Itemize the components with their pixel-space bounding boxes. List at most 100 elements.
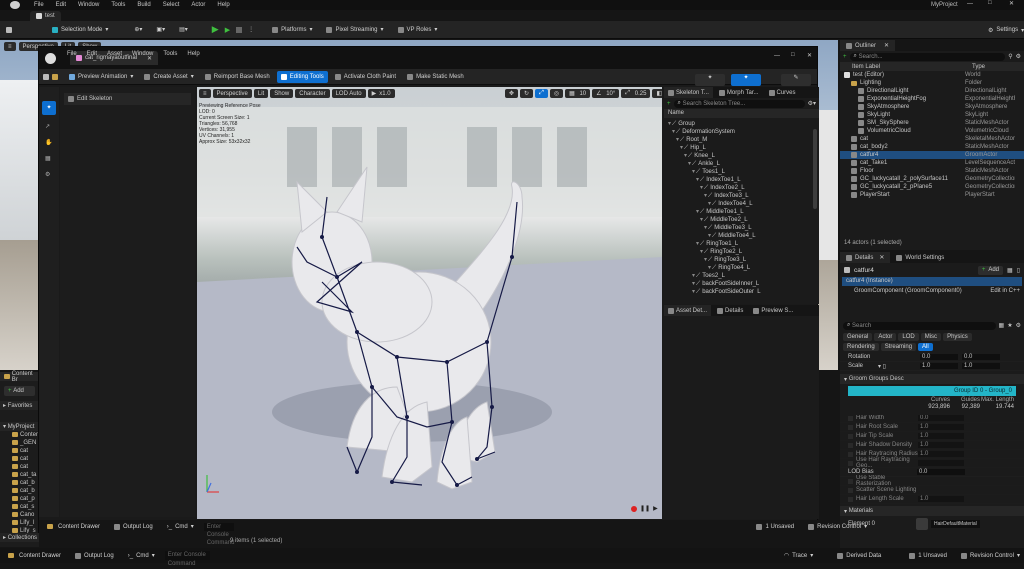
main-menu-item[interactable]: Window <box>78 2 99 8</box>
expand-arrow-icon[interactable]: ▾ <box>708 200 711 208</box>
editing-tools-button[interactable]: Editing Tools <box>276 70 328 83</box>
pixel-streaming-button[interactable]: Pixel Streaming ▾ <box>322 24 387 36</box>
editor-menu-item[interactable]: Asset <box>107 51 122 57</box>
groom-prop-value[interactable]: 0.0 <box>918 415 964 421</box>
main-menu-item[interactable]: Help <box>217 2 229 8</box>
platforms-button[interactable]: Platforms ▾ <box>268 24 316 36</box>
materials-header[interactable]: ▾ Materials <box>840 506 1024 516</box>
grid-snap-button[interactable]: ▦ 10 <box>565 89 591 98</box>
asset-detail-tab[interactable]: Details <box>713 305 747 316</box>
details-tab[interactable]: Details ✕ <box>840 252 891 263</box>
details-filter-streaming[interactable]: Streaming <box>880 343 917 351</box>
bone-row[interactable]: ▾ ⟋ Group <box>664 120 819 128</box>
skeleton-tab[interactable]: Morph Tar... <box>715 87 763 98</box>
selection-mode-button[interactable]: Selection Mode ▾ <box>48 24 112 36</box>
edit-cpp-link[interactable]: Edit in C++ <box>990 288 1024 294</box>
editor-menu-item[interactable]: Help <box>187 51 199 57</box>
details-filter-misc[interactable]: Misc <box>920 333 942 341</box>
outliner-row[interactable]: GC_luckycatall_2_polySurface11 GeometryCo… <box>840 175 1024 183</box>
outliner-row[interactable]: SkyAtmosphere SkyAtmosphere <box>840 103 1024 111</box>
editor-output-log-button[interactable]: Output Log <box>110 521 157 533</box>
content-folder-item[interactable]: cat_b <box>12 479 39 487</box>
minimize-icon[interactable]: — <box>967 1 973 7</box>
bone-row[interactable]: ▾ ⟋ Hip_L <box>664 144 819 152</box>
details-filter-general[interactable]: General <box>843 333 873 341</box>
bone-row[interactable]: ▾ ⟋ RingToe4_L <box>664 264 819 272</box>
close-icon[interactable]: ✕ <box>879 254 884 261</box>
editor-console-input[interactable]: Enter Console Command <box>203 522 234 546</box>
expand-arrow-icon[interactable]: ▾ <box>696 240 699 248</box>
outliner-row[interactable]: catfur4 GroomActor <box>840 151 1024 159</box>
bone-row[interactable]: ▾ ⟋ MiddleToe1_L <box>664 208 819 216</box>
outliner-row[interactable]: test (Editor) World <box>840 71 1024 79</box>
bone-row[interactable]: ▾ ⟋ IndexToe4_L <box>664 200 819 208</box>
rotation-y-field[interactable]: 0.0 <box>962 354 1000 360</box>
vp-roles-button[interactable]: VP Roles ▾ <box>394 24 442 36</box>
bone-row[interactable]: ▾ ⟋ backFootSideInner_L <box>664 280 819 288</box>
level-tab[interactable]: test <box>30 11 61 21</box>
expand-arrow-icon[interactable]: ▾ <box>696 208 699 216</box>
translate-icon[interactable]: ✥ <box>505 89 519 98</box>
revision-control-button[interactable]: Revision Control ▾ <box>957 550 1024 562</box>
content-folder-item[interactable]: Content <box>12 431 39 439</box>
checkbox[interactable] <box>848 478 853 484</box>
editor-content-drawer-button[interactable]: Content Drawer <box>43 521 104 533</box>
outliner-tab[interactable]: Outliner ✕ <box>840 40 896 51</box>
lod-bias-field[interactable]: 0.0 <box>917 469 965 475</box>
output-log-button[interactable]: Output Log <box>71 550 118 562</box>
world-settings-tab[interactable]: World Settings <box>890 252 950 263</box>
viewport-speed-button[interactable]: ▶ x1.0 <box>367 89 395 98</box>
content-folder-item[interactable]: cat_b <box>12 487 39 495</box>
details-filter-rendering[interactable]: Rendering <box>843 343 879 351</box>
editor-viewport[interactable]: ≡ Perspective Lit Show Character LOD Aut… <box>197 87 662 519</box>
bone-row[interactable]: ▾ ⟋ Ankle_L <box>664 160 819 168</box>
outliner-row[interactable]: SM_SkySphere StaticMeshActor <box>840 119 1024 127</box>
maximize-icon[interactable]: □ <box>988 0 992 6</box>
asset-detail-tab[interactable]: Preview S... <box>749 305 797 316</box>
record-icon[interactable] <box>631 505 637 512</box>
outliner-row[interactable]: GC_luckycatall_2_pPlane5 GeometryCollecti… <box>840 183 1024 191</box>
checkbox[interactable] <box>848 415 853 421</box>
rotation-snap-button[interactable]: ∠ 10° <box>592 89 620 98</box>
bone-row[interactable]: ▾ ⟋ RingToe3_L <box>664 256 819 264</box>
bone-row[interactable]: ▾ ⟋ MiddleToe2_L <box>664 216 819 224</box>
material-thumbnail[interactable] <box>916 518 928 530</box>
bone-row[interactable]: ▾ ⟋ IndexToe2_L <box>664 184 819 192</box>
content-folder-item[interactable]: Lify_l <box>12 519 39 527</box>
content-drawer-button[interactable]: Content Drawer <box>4 550 65 562</box>
extra-prop-value[interactable]: 1.0 <box>918 496 964 502</box>
transform-tool-icon[interactable]: ↗ <box>45 123 50 130</box>
details-filter-all[interactable]: All <box>918 343 933 351</box>
create-asset-button[interactable]: Create Asset ▾ <box>140 71 197 83</box>
mesh-tool-icon[interactable]: ▦ <box>45 155 51 162</box>
content-folder-item[interactable]: cat <box>12 455 39 463</box>
details-search-input[interactable]: ⌕ Search <box>843 321 996 330</box>
bone-row[interactable]: ▾ ⟋ Toes2_L <box>664 272 819 280</box>
star-icon[interactable]: ★ <box>1007 322 1012 329</box>
viewport-lod-button[interactable]: LOD Auto <box>331 89 366 98</box>
editor-menu-item[interactable]: Window <box>132 51 153 57</box>
expand-arrow-icon[interactable]: ▾ <box>676 136 679 144</box>
outliner-row[interactable]: Floor StaticMeshActor <box>840 167 1024 175</box>
pause-icon[interactable]: ❚❚ <box>640 505 650 512</box>
groom-prop-value[interactable]: 1.0 <box>918 424 964 430</box>
expand-arrow-icon[interactable]: ▾ <box>688 160 691 168</box>
settings-tool-icon[interactable]: ⚙ <box>45 171 50 178</box>
expand-arrow-icon[interactable]: ▾ <box>692 272 695 280</box>
expand-arrow-icon[interactable]: ▾ <box>708 264 711 272</box>
editor-maximize-icon[interactable]: □ <box>791 52 795 58</box>
edit-skeleton-header[interactable]: Edit Skeleton <box>64 93 191 105</box>
add-actor-icon[interactable]: ⊕▾ <box>130 24 146 36</box>
outliner-row[interactable]: cat_body2 StaticMeshActor <box>840 143 1024 151</box>
outliner-add-icon[interactable]: + <box>843 54 847 60</box>
grid-icon[interactable]: ▦ <box>1007 267 1013 274</box>
outliner-settings-icon[interactable]: ⚙ <box>1016 53 1021 60</box>
scale-lock-icon[interactable]: ▾ ▯ <box>878 363 898 370</box>
checkbox[interactable] <box>848 451 853 457</box>
expand-arrow-icon[interactable]: ▾ <box>668 120 671 128</box>
static-mesh-button[interactable]: Make Static Mesh <box>403 71 468 83</box>
cloth-paint-button[interactable]: Activate Cloth Paint <box>331 71 400 83</box>
reimport-button[interactable]: Reimport Base Mesh <box>201 71 274 83</box>
save-icon[interactable] <box>6 26 12 33</box>
scale-icon[interactable]: ⤢ <box>535 89 548 98</box>
